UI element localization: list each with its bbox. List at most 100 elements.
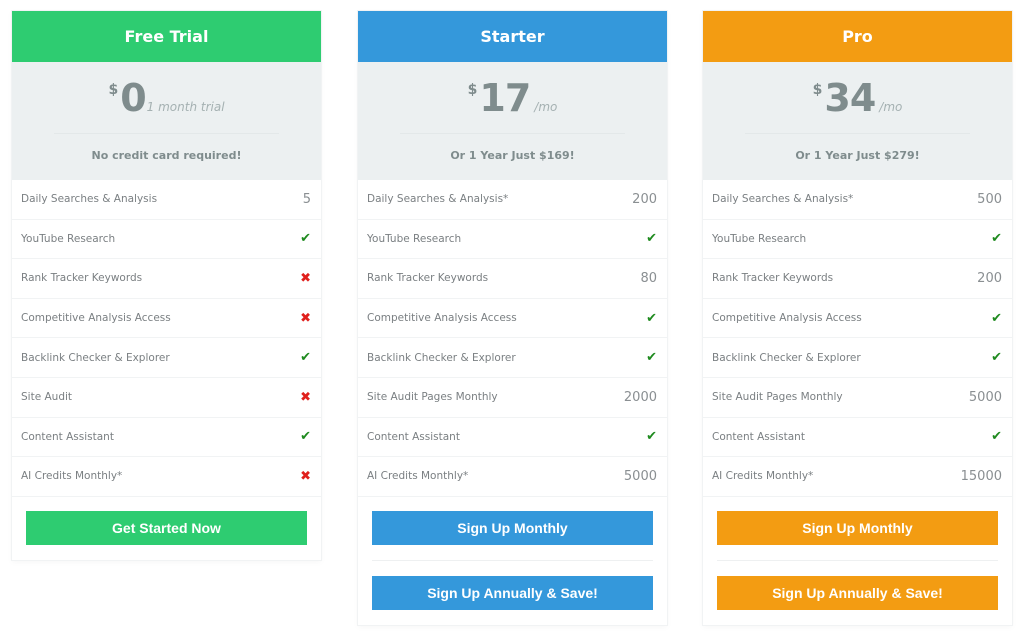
feature-row: Backlink Checker & Explorer ✔ [703,338,1012,378]
plan-header: Pro [703,11,1012,62]
button-divider [372,559,653,561]
cross-icon: ✖ [300,468,311,484]
feature-value: 5000 [623,468,657,484]
feature-row: YouTube Research ✔ [358,220,667,260]
price: $ 0 1 month trial [12,76,321,120]
feature-label: Rank Tracker Keywords [712,272,834,285]
check-icon: ✔ [646,429,657,445]
feature-row: Daily Searches & Analysis 5 [12,180,321,220]
feature-row: Competitive Analysis Access ✖ [12,299,321,339]
feature-label: Daily Searches & Analysis* [712,193,854,206]
check-icon: ✔ [991,231,1002,247]
feature-row: Daily Searches & Analysis* 200 [358,180,667,220]
plan-name: Pro [842,27,873,46]
check-icon: ✔ [646,310,657,326]
plan-header: Free Trial [12,11,321,62]
feature-label: Backlink Checker & Explorer [712,351,861,364]
feature-label: Daily Searches & Analysis [21,193,158,206]
feature-label: Site Audit Pages Monthly [367,391,498,404]
feature-row: Site Audit ✖ [12,378,321,418]
feature-row: YouTube Research ✔ [12,220,321,260]
price-note: Or 1 Year Just $169! [450,149,575,162]
plan-card-free-trial: Free Trial $ 0 1 month trial No credit c… [12,11,321,560]
price-amount: 17 [479,76,531,120]
check-icon: ✔ [300,429,311,445]
feature-row: Rank Tracker Keywords 200 [703,259,1012,299]
feature-label: Competitive Analysis Access [712,312,862,325]
plan-name: Free Trial [124,27,209,46]
feature-row: Backlink Checker & Explorer ✔ [358,338,667,378]
feature-row: AI Credits Monthly* ✖ [12,457,321,497]
feature-value: 200 [632,191,657,207]
feature-row: YouTube Research ✔ [703,220,1012,260]
feature-row: Rank Tracker Keywords ✖ [12,259,321,299]
feature-label: Content Assistant [712,430,805,443]
plan-actions: Sign Up Monthly Sign Up Annually & Save! [703,497,1012,625]
sign-up-annually-save-button[interactable]: Sign Up Annually & Save! [372,575,653,610]
get-started-now-button[interactable]: Get Started Now [26,510,307,545]
feature-label: Backlink Checker & Explorer [21,351,170,364]
feature-value: 5 [302,191,311,207]
feature-row: Competitive Analysis Access ✔ [703,299,1012,339]
price-divider [745,133,970,134]
feature-row: Content Assistant ✔ [358,418,667,458]
check-icon: ✔ [991,429,1002,445]
cross-icon: ✖ [300,389,311,405]
check-icon: ✔ [300,231,311,247]
feature-value: 500 [977,191,1002,207]
plan-header: Starter [358,11,667,62]
sign-up-monthly-button[interactable]: Sign Up Monthly [717,510,998,545]
feature-label: YouTube Research [712,232,807,245]
price-area: $ 0 1 month trial No credit card require… [12,62,321,180]
plan-actions: Get Started Now [12,497,321,560]
currency-symbol: $ [108,82,119,98]
check-icon: ✔ [991,310,1002,326]
feature-row: AI Credits Monthly* 5000 [358,457,667,497]
price-note: No credit card required! [91,149,242,162]
feature-value: 5000 [968,389,1002,405]
feature-row: Content Assistant ✔ [703,418,1012,458]
plan-actions: Sign Up Monthly Sign Up Annually & Save! [358,497,667,625]
feature-label: YouTube Research [367,232,462,245]
sign-up-monthly-button[interactable]: Sign Up Monthly [372,510,653,545]
currency-symbol: $ [812,82,823,98]
feature-value: 2000 [623,389,657,405]
price-area: $ 34 /mo Or 1 Year Just $279! [703,62,1012,180]
feature-row: Daily Searches & Analysis* 500 [703,180,1012,220]
cross-icon: ✖ [300,310,311,326]
feature-label: AI Credits Monthly* [367,470,469,483]
price-divider [400,133,625,134]
feature-label: Rank Tracker Keywords [367,272,489,285]
feature-value: 15000 [960,468,1002,484]
feature-label: AI Credits Monthly* [712,470,814,483]
feature-label: Site Audit Pages Monthly [712,391,843,404]
feature-label: Content Assistant [367,430,460,443]
feature-row: Competitive Analysis Access ✔ [358,299,667,339]
feature-label: Competitive Analysis Access [367,312,517,325]
currency-symbol: $ [467,82,478,98]
check-icon: ✔ [646,350,657,366]
price-period: 1 month trial [146,100,225,114]
feature-list: Daily Searches & Analysis 5 YouTube Resear… [12,180,321,497]
check-icon: ✔ [300,350,311,366]
feature-label: Rank Tracker Keywords [21,272,143,285]
feature-label: Site Audit [21,391,73,404]
sign-up-annually-save-button[interactable]: Sign Up Annually & Save! [717,575,998,610]
price-divider [54,133,279,134]
feature-label: AI Credits Monthly* [21,470,123,483]
price: $ 34 /mo [703,76,1012,120]
price-amount: 34 [824,76,876,120]
button-divider [717,559,998,561]
plan-card-starter: Starter $ 17 /mo Or 1 Year Just $169! Da… [358,11,667,625]
feature-row: Site Audit Pages Monthly 2000 [358,378,667,418]
feature-list: Daily Searches & Analysis* 500 YouTube Res… [703,180,1012,497]
feature-label: YouTube Research [21,232,116,245]
feature-row: Backlink Checker & Explorer ✔ [12,338,321,378]
feature-label: Backlink Checker & Explorer [367,351,516,364]
plan-card-pro: Pro $ 34 /mo Or 1 Year Just $279! Daily … [703,11,1012,625]
check-icon: ✔ [991,350,1002,366]
price-area: $ 17 /mo Or 1 Year Just $169! [358,62,667,180]
feature-list: Daily Searches & Analysis* 200 YouTube Res… [358,180,667,497]
feature-row: Content Assistant ✔ [12,418,321,458]
feature-row: Rank Tracker Keywords 80 [358,259,667,299]
